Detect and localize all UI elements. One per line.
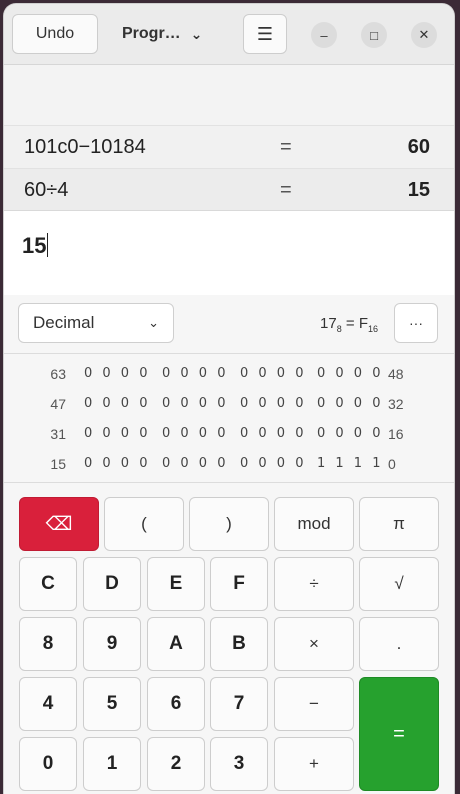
key-7[interactable]: 7 (210, 677, 268, 731)
expression-input[interactable]: 15 (4, 210, 454, 296)
bit-index-left: 31 (50, 426, 66, 442)
key-a[interactable]: A (147, 617, 205, 671)
input-value: 15 (22, 233, 49, 259)
chevron-down-icon: ⌄ (148, 315, 159, 330)
mode-selector[interactable]: Progr… ⌄ (108, 14, 226, 54)
chevron-down-icon: ⌄ (190, 25, 203, 42)
bit-nibble[interactable]: 0 0 0 0 (317, 426, 383, 441)
bit-nibble[interactable]: 0 0 0 0 (84, 366, 150, 381)
close-icon: ✕ (418, 27, 430, 42)
key-6[interactable]: 6 (147, 677, 205, 731)
bit-nibble[interactable]: 0 0 0 0 (84, 456, 150, 471)
number-base-dropdown[interactable]: Decimal ⌄ (18, 303, 174, 343)
bit-nibble[interactable]: 0 0 0 0 (84, 396, 150, 411)
key-5[interactable]: 5 (83, 677, 141, 731)
hex-value: F (358, 315, 368, 332)
history-row[interactable]: 60÷4 = 15 (4, 168, 454, 211)
number-base-label: Decimal (33, 313, 95, 332)
menu-button[interactable]: ☰ (243, 14, 287, 54)
hex-subscript: 16 (367, 324, 378, 334)
hamburger-icon: ☰ (256, 23, 274, 44)
decimal-point-button[interactable]: . (359, 617, 439, 671)
bit-row: 31 0 0 0 0 0 0 0 0 0 0 0 0 0 0 0 0 16 (4, 426, 454, 446)
key-b[interactable]: B (210, 617, 268, 671)
bit-nibble[interactable]: 0 0 0 0 (240, 456, 306, 471)
mode-label: Progr… (122, 25, 181, 42)
bit-nibble[interactable]: 0 0 0 0 (317, 396, 383, 411)
minus-button[interactable]: − (274, 677, 354, 731)
base-toolbar: Decimal ⌄ 178 = F16 ··· (4, 295, 454, 354)
key-e[interactable]: E (147, 557, 205, 611)
divide-button[interactable]: ÷ (274, 557, 354, 611)
bit-row: 47 0 0 0 0 0 0 0 0 0 0 0 0 0 0 0 0 32 (4, 396, 454, 416)
bit-nibble[interactable]: 0 0 0 0 (162, 426, 228, 441)
maximize-icon: □ (370, 27, 378, 43)
history-result[interactable]: 15 (408, 179, 430, 202)
text-cursor (47, 233, 49, 257)
bit-index-right: 16 (388, 426, 404, 442)
octal-value: 17 (320, 315, 337, 332)
history-row[interactable]: 101c0−10184 = 60 (4, 125, 454, 168)
key-8[interactable]: 8 (19, 617, 77, 671)
bit-nibble[interactable]: 0 0 0 0 (162, 366, 228, 381)
bit-nibble[interactable]: 1 1 1 1 (317, 456, 383, 471)
history-empty-area (4, 65, 454, 125)
close-paren-button[interactable]: ) (189, 497, 269, 551)
history-result[interactable]: 60 (408, 136, 430, 159)
history-expression[interactable]: 101c0−10184 (24, 136, 146, 159)
bit-nibble[interactable]: 0 0 0 0 (317, 366, 383, 381)
key-3[interactable]: 3 (210, 737, 268, 791)
key-9[interactable]: 9 (83, 617, 141, 671)
more-options-button[interactable]: ··· (394, 303, 438, 343)
octal-subscript: 8 (336, 324, 342, 334)
equals-button[interactable]: = (359, 677, 439, 791)
history-expression[interactable]: 60÷4 (24, 179, 68, 202)
bit-nibble[interactable]: 0 0 0 0 (240, 426, 306, 441)
open-paren-button[interactable]: ( (104, 497, 184, 551)
key-c[interactable]: C (19, 557, 77, 611)
history-equals: = (280, 135, 292, 158)
calculator-window: Undo Progr… ⌄ ☰ – □ ✕ 101c0−10184 = 60 6… (4, 4, 454, 794)
bit-display: 63 0 0 0 0 0 0 0 0 0 0 0 0 0 0 0 0 48 47… (4, 354, 454, 483)
bit-nibble[interactable]: 0 0 0 0 (162, 456, 228, 471)
undo-button[interactable]: Undo (12, 14, 98, 54)
maximize-button[interactable]: □ (361, 22, 387, 48)
bit-index-right: 48 (388, 366, 404, 382)
key-1[interactable]: 1 (83, 737, 141, 791)
bit-row: 15 0 0 0 0 0 0 0 0 0 0 0 0 1 1 1 1 0 (4, 456, 454, 476)
bit-index-left: 15 (50, 456, 66, 472)
bit-index-right: 32 (388, 396, 404, 412)
mod-button[interactable]: mod (274, 497, 354, 551)
minimize-icon: – (320, 27, 328, 43)
bit-row: 63 0 0 0 0 0 0 0 0 0 0 0 0 0 0 0 0 48 (4, 366, 454, 386)
bit-nibble[interactable]: 0 0 0 0 (162, 396, 228, 411)
bit-nibble[interactable]: 0 0 0 0 (240, 396, 306, 411)
conversion-equals: = (345, 315, 355, 332)
bit-index-right: 0 (388, 456, 396, 472)
sqrt-button[interactable]: √ (359, 557, 439, 611)
history-equals: = (280, 178, 292, 201)
multiply-button[interactable]: × (274, 617, 354, 671)
bit-index-left: 63 (50, 366, 66, 382)
backspace-icon: ⌫ (45, 513, 73, 535)
key-f[interactable]: F (210, 557, 268, 611)
input-text: 15 (22, 233, 47, 258)
more-icon: ··· (409, 315, 423, 331)
key-d[interactable]: D (83, 557, 141, 611)
backspace-button[interactable]: ⌫ (19, 497, 99, 551)
plus-button[interactable]: + (274, 737, 354, 791)
pi-button[interactable]: π (359, 497, 439, 551)
key-4[interactable]: 4 (19, 677, 77, 731)
bit-nibble[interactable]: 0 0 0 0 (84, 426, 150, 441)
bit-index-left: 47 (50, 396, 66, 412)
close-button[interactable]: ✕ (411, 22, 437, 48)
key-2[interactable]: 2 (147, 737, 205, 791)
base-conversion-label: 178 = F16 (320, 315, 378, 334)
bit-nibble[interactable]: 0 0 0 0 (240, 366, 306, 381)
header-bar: Undo Progr… ⌄ ☰ – □ ✕ (4, 4, 454, 65)
minimize-button[interactable]: – (311, 22, 337, 48)
key-0[interactable]: 0 (19, 737, 77, 791)
